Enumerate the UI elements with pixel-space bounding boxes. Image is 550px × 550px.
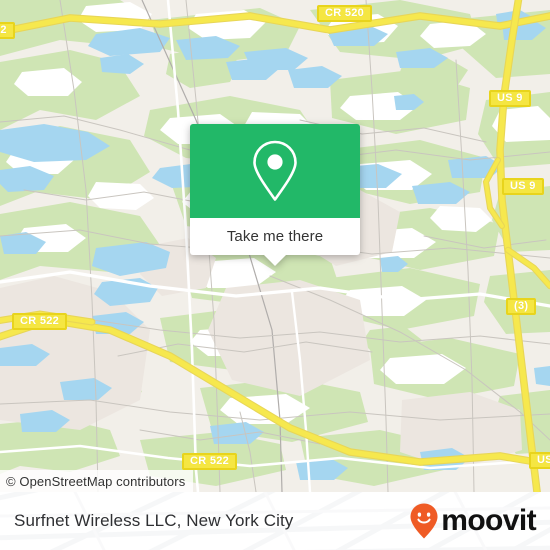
moovit-wordmark: moovit	[441, 504, 536, 537]
osm-attribution-text: © OpenStreetMap contributors	[6, 473, 186, 489]
route-shield-label: CR 520	[325, 7, 365, 19]
route-shield-label: US 9	[537, 454, 550, 466]
map-pin-icon	[253, 140, 297, 201]
route-shield-label: US 9	[510, 180, 536, 192]
moovit-smiley-pin-icon	[410, 503, 438, 539]
popup-pointer	[264, 255, 286, 266]
route-shield-us9-mid: US 9	[502, 178, 544, 195]
place-name-label: Surfnet Wireless LLC, New York City	[14, 511, 294, 530]
bottom-info-bar: Surfnet Wireless LLC, New York City moov…	[0, 492, 550, 550]
take-me-there-label: Take me there	[226, 228, 324, 245]
popup-header	[190, 124, 360, 218]
location-popup-card[interactable]: Take me there	[190, 124, 360, 266]
route-shield-us9-north: US 9	[489, 90, 531, 107]
route-shield-us9-south: US 9	[529, 452, 550, 469]
route-shield-label: 12	[0, 24, 7, 36]
route-shield-cr512: 12	[0, 22, 15, 39]
route-shield-label: (3)	[514, 300, 529, 312]
route-shield-label: US 9	[497, 92, 523, 104]
moovit-brand[interactable]: moovit	[408, 502, 537, 540]
osm-attribution[interactable]: © OpenStreetMap contributors	[0, 470, 194, 492]
route-shield-label: CR 522	[20, 315, 60, 327]
route-shield-3: (3)	[506, 298, 537, 315]
popup-action-row[interactable]: Take me there	[190, 218, 360, 255]
route-shield-cr520: CR 520	[317, 5, 373, 22]
route-shield-cr522-south: CR 522	[182, 453, 238, 470]
route-shield-cr522-west: CR 522	[12, 313, 68, 330]
route-shield-label: CR 522	[190, 455, 230, 467]
app-screen: .frst { fill:#cfe5b4; } .wtr { fill:#a5d…	[0, 0, 550, 550]
